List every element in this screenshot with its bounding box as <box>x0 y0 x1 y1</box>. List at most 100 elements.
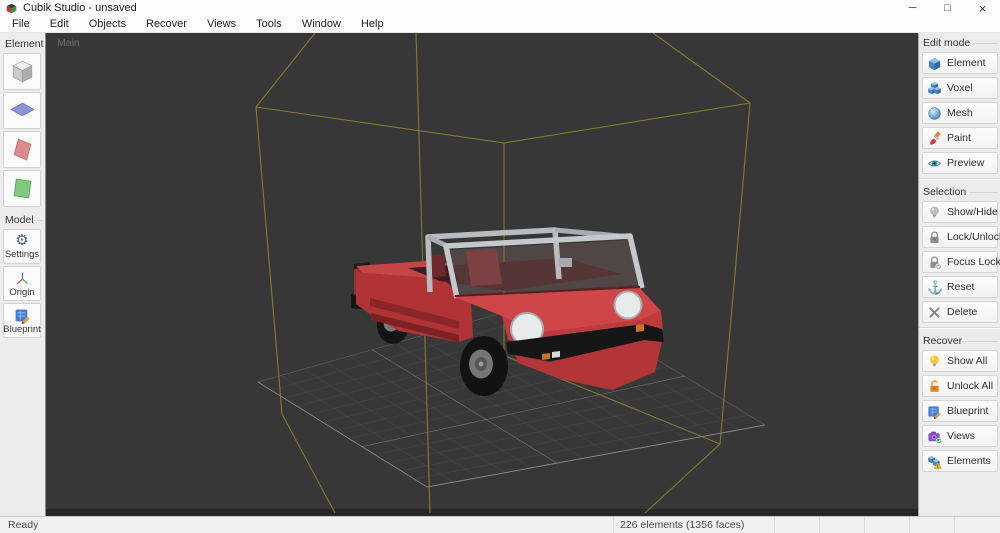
x-mark-icon <box>927 305 942 320</box>
camera-check-icon <box>927 429 942 444</box>
viewport-name-label: Main <box>57 37 80 49</box>
origin-button[interactable]: Origin <box>3 266 41 301</box>
status-empty-cell <box>864 517 909 533</box>
status-empty-cell <box>774 517 819 533</box>
menu-item-help[interactable]: Help <box>351 17 394 32</box>
button-label: Reset <box>947 281 974 293</box>
viewport: Main <box>46 33 918 516</box>
voxel-button[interactable]: Voxel <box>922 77 998 99</box>
button-label: Voxel <box>947 82 973 94</box>
settings-button[interactable]: ⚙Settings <box>3 229 41 264</box>
menu-bar: FileEditObjectsRecoverViewsToolsWindowHe… <box>0 17 1000 33</box>
mesh-button[interactable]: Mesh <box>922 102 998 124</box>
menu-item-window[interactable]: Window <box>292 17 351 32</box>
app-cube-icon <box>6 3 17 14</box>
paintbrush-icon <box>927 131 942 146</box>
button-label: Focus Lock <box>947 256 1000 268</box>
close-button[interactable]: × <box>965 0 1000 17</box>
section-header-recover: Recover <box>919 331 1000 350</box>
section-header-model: Model <box>0 209 45 229</box>
plane-green-icon <box>9 175 36 202</box>
button-label: Mesh <box>947 107 973 119</box>
window-controls: ─ □ × <box>895 0 1000 17</box>
plane-flat-blue-button[interactable] <box>3 92 41 129</box>
section-header-element: Element <box>0 33 45 53</box>
focus-lock-button[interactable]: Focus Lock <box>922 251 998 273</box>
viewport-bottom-edge <box>46 509 918 516</box>
right-tool-panel: Edit mode Element Voxel Mesh Paint Preview Sel… <box>918 33 1000 516</box>
button-label: Origin <box>9 287 34 298</box>
section-separator <box>919 327 1000 329</box>
unlock-all-button[interactable]: Unlock All <box>922 375 998 397</box>
element-button[interactable]: Element <box>922 52 998 74</box>
button-label: Views <box>947 430 975 442</box>
button-label: Show/Hide <box>947 206 998 218</box>
show-all-button[interactable]: Show All <box>922 350 998 372</box>
section-header-selection: Selection <box>919 182 1000 201</box>
show-hide-button[interactable]: Show/Hide <box>922 201 998 223</box>
lock-gray-icon <box>927 230 942 245</box>
button-label: Show All <box>947 355 987 367</box>
paint-button[interactable]: Paint <box>922 127 998 149</box>
axes-icon <box>14 270 31 287</box>
plane-red-button[interactable] <box>3 131 41 168</box>
status-ready-text: Ready <box>8 519 38 531</box>
title-bar: Cubik Studio - unsaved ─ □ × <box>0 0 1000 17</box>
viewport-canvas[interactable] <box>46 33 918 516</box>
button-label: Unlock All <box>947 380 993 392</box>
button-label: Lock/Unlock <box>947 231 1000 243</box>
window-title: Cubik Studio - unsaved <box>23 0 137 17</box>
lock-open-orange-icon <box>927 379 942 394</box>
bulb-gray-icon <box>927 205 942 220</box>
eye-icon <box>927 156 942 171</box>
plane-flat-blue-icon <box>9 97 36 124</box>
status-empty-cell <box>819 517 864 533</box>
maximize-button[interactable]: □ <box>930 0 965 17</box>
blueprint-icon <box>927 404 942 419</box>
menu-item-file[interactable]: File <box>2 17 40 32</box>
button-label: Blueprint <box>3 324 41 335</box>
button-label: Settings <box>5 249 39 260</box>
button-label: Delete <box>947 306 977 318</box>
cubik-studio-window: Cubik Studio - unsaved ─ □ × FileEditObj… <box>0 0 1000 533</box>
minimize-button[interactable]: ─ <box>895 0 930 17</box>
section-header-edit-mode: Edit mode <box>919 33 1000 52</box>
elements-button[interactable]: Elements <box>922 450 998 472</box>
button-label: Blueprint <box>947 405 988 417</box>
status-bar: Ready 226 elements (1356 faces) <box>0 516 1000 533</box>
status-stats-cell: 226 elements (1356 faces) <box>613 517 774 533</box>
blueprint-icon <box>14 307 31 324</box>
menu-item-edit[interactable]: Edit <box>40 17 79 32</box>
menu-item-recover[interactable]: Recover <box>136 17 197 32</box>
blueprint-button[interactable]: Blueprint <box>3 303 41 338</box>
lock-check-icon <box>927 255 942 270</box>
blueprint-button[interactable]: Blueprint <box>922 400 998 422</box>
menu-item-objects[interactable]: Objects <box>79 17 136 32</box>
menu-item-views[interactable]: Views <box>197 17 246 32</box>
reset-button[interactable]: ⚓ Reset <box>922 276 998 298</box>
status-empty-cell <box>909 517 954 533</box>
bulb-yellow-icon <box>927 354 942 369</box>
gear-icon: ⚙ <box>15 233 28 249</box>
voxel-cluster-icon <box>927 81 942 96</box>
sphere-icon <box>927 106 942 121</box>
cubes-warning-icon <box>927 454 942 469</box>
cube-3d-button[interactable] <box>3 53 41 90</box>
button-label: Preview <box>947 157 984 169</box>
button-label: Paint <box>947 132 971 144</box>
cube-blue-icon <box>927 56 942 71</box>
plane-green-button[interactable] <box>3 170 41 207</box>
anchor-icon: ⚓ <box>927 280 942 295</box>
lock-unlock-button[interactable]: Lock/Unlock <box>922 226 998 248</box>
button-label: Elements <box>947 455 991 467</box>
views-button[interactable]: Views <box>922 425 998 447</box>
button-label: Element <box>947 57 986 69</box>
preview-button[interactable]: Preview <box>922 152 998 174</box>
section-separator <box>919 178 1000 180</box>
plane-red-icon <box>9 136 36 163</box>
left-tool-panel: ElementModel⚙SettingsOriginBlueprint <box>0 33 46 516</box>
menu-item-tools[interactable]: Tools <box>246 17 292 32</box>
cube-3d-icon <box>9 58 36 85</box>
status-empty-cell <box>954 517 1000 533</box>
delete-button[interactable]: Delete <box>922 301 998 323</box>
